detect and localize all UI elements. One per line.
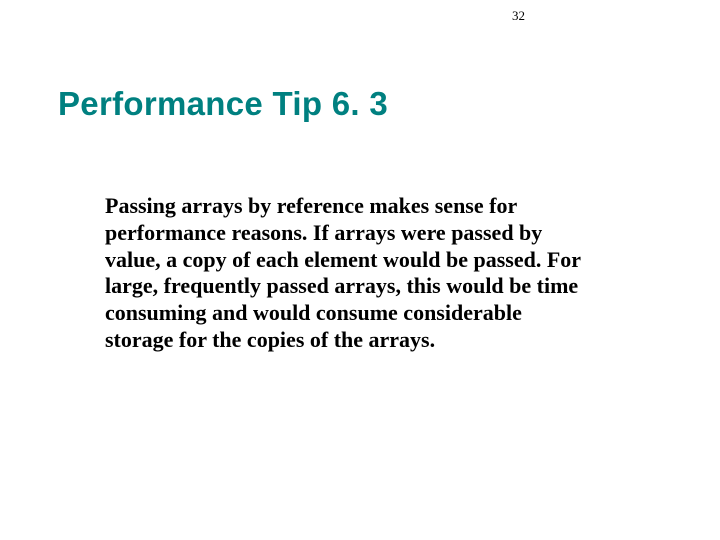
page-number: 32 (512, 8, 525, 24)
slide-body-text: Passing arrays by reference makes sense … (105, 193, 595, 354)
slide-title: Performance Tip 6. 3 (58, 85, 388, 123)
